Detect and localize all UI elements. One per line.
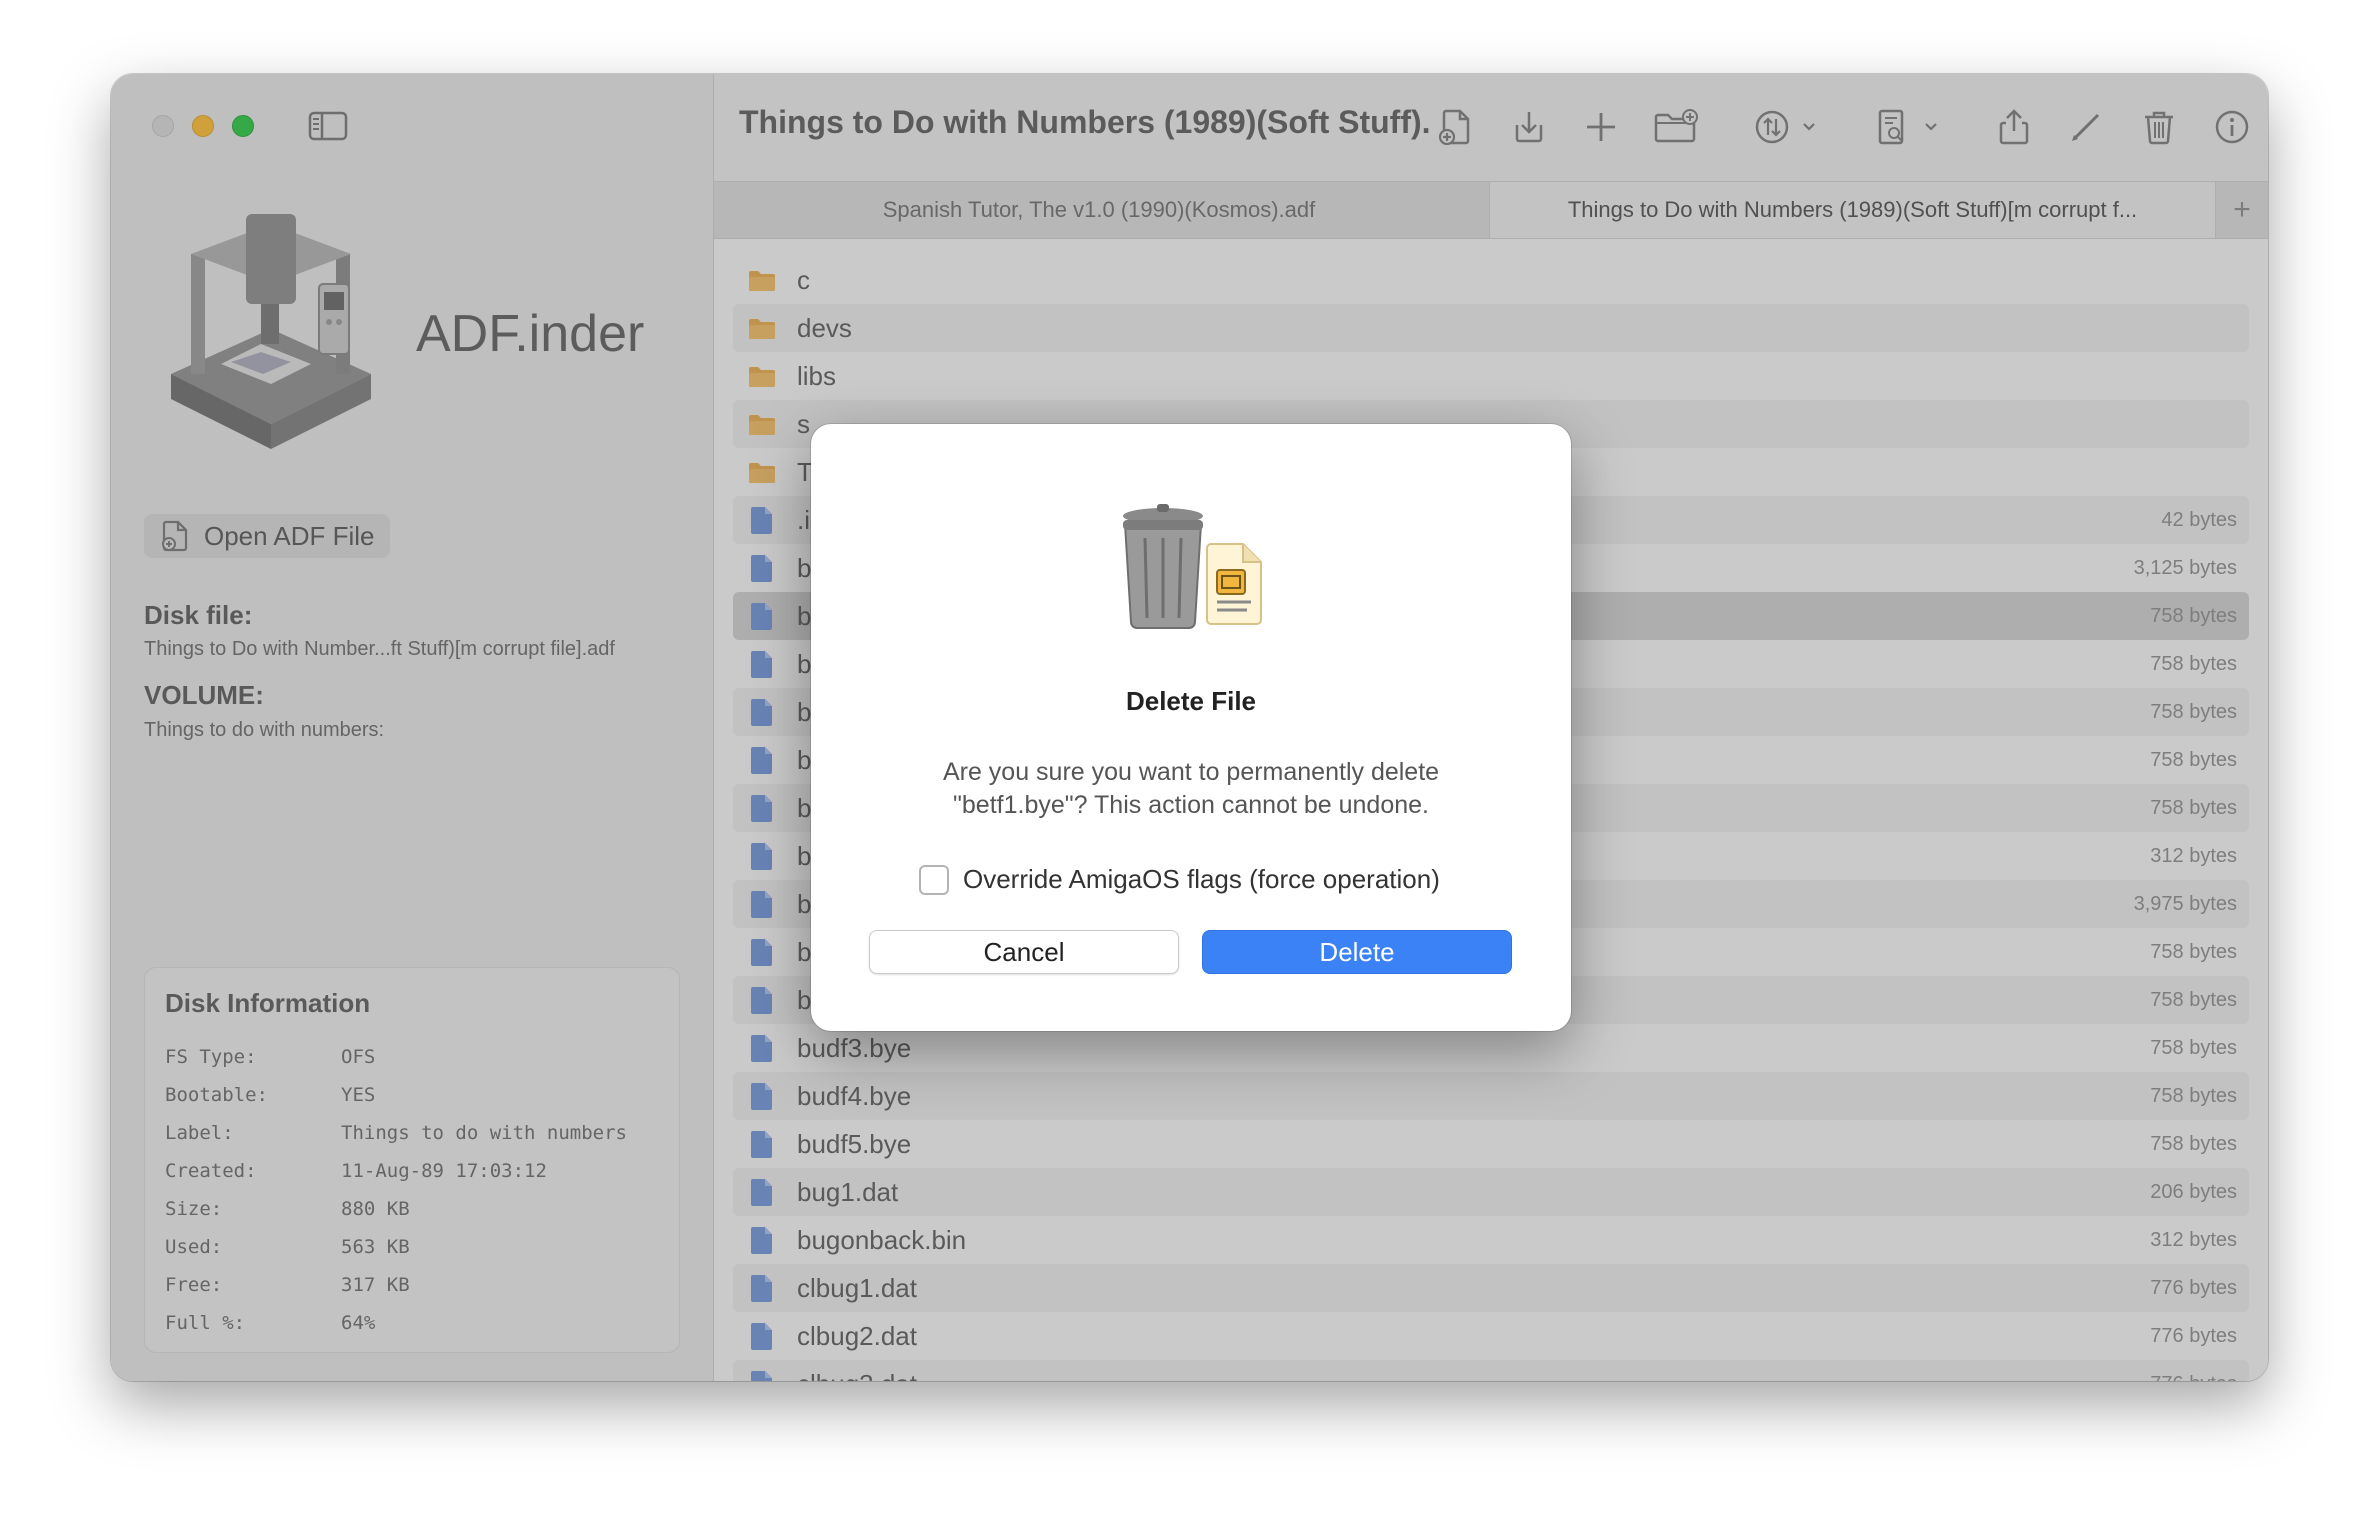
- override-flags-checkbox[interactable]: Override AmigaOS flags (force operation): [919, 864, 1440, 895]
- delete-button[interactable]: Delete: [1202, 930, 1512, 974]
- checkbox-box[interactable]: [919, 864, 949, 895]
- cancel-button[interactable]: Cancel: [869, 930, 1179, 974]
- dialog-title: Delete File: [1125, 686, 1257, 716]
- dialog-message: Are you sure you want to permanently del…: [942, 758, 1440, 819]
- delete-file-dialog: Delete File Are you sure you want to per…: [811, 424, 1571, 1031]
- delete-file-illustration-icon: [1101, 504, 1281, 634]
- override-flags-label: Override AmigaOS flags (force operation): [963, 864, 1440, 894]
